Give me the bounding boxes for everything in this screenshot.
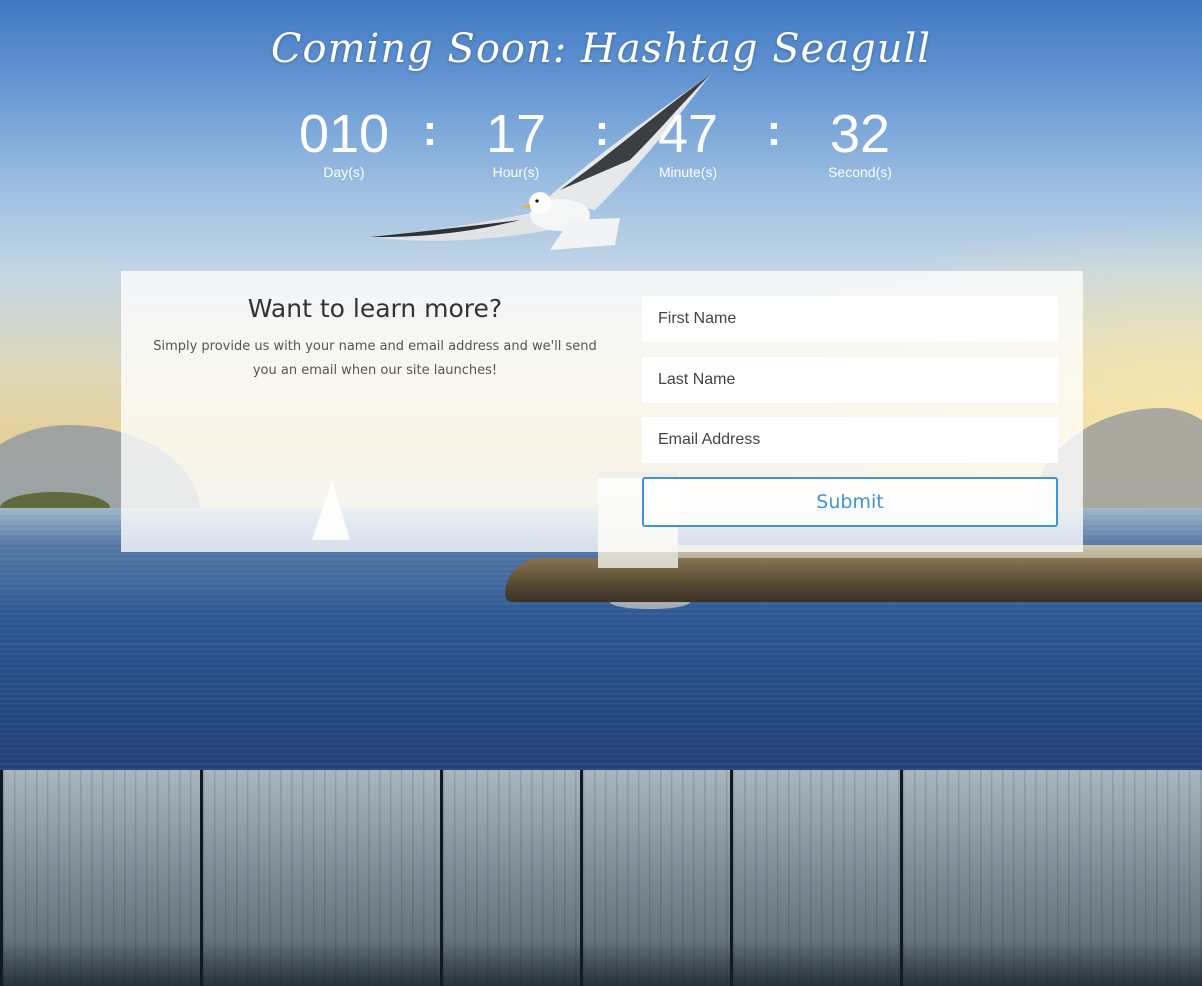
signup-intro: Want to learn more? Simply provide us wi…: [145, 291, 605, 383]
last-name-field[interactable]: [642, 357, 1058, 403]
countdown-hours: 17 Hour(s): [441, 100, 591, 180]
email-field[interactable]: [642, 417, 1058, 463]
countdown-days: 010 Day(s): [269, 100, 419, 180]
seconds-label: Second(s): [828, 164, 892, 180]
days-value: 010: [298, 104, 390, 164]
signup-heading: Want to learn more?: [247, 294, 503, 323]
signup-description: Simply provide us with your name and ema…: [153, 339, 597, 378]
seconds-value: 32: [829, 104, 891, 164]
hours-value: 17: [485, 104, 547, 164]
signup-panel: Want to learn more? Simply provide us wi…: [121, 271, 1083, 552]
hours-label: Hour(s): [492, 164, 540, 180]
submit-button[interactable]: Submit: [642, 477, 1058, 527]
countdown-timer: 010 Day(s) : 17 Hour(s) : 47 Minute(s) :…: [0, 100, 1202, 190]
first-name-field[interactable]: [642, 296, 1058, 342]
minutes-label: Minute(s): [658, 164, 718, 180]
page-title: Coming Soon: Hashtag Seagull: [270, 26, 932, 72]
minutes-value: 47: [657, 104, 719, 164]
days-label: Day(s): [323, 164, 365, 180]
countdown-seconds: 32 Second(s): [785, 100, 935, 180]
countdown-minutes: 47 Minute(s): [613, 100, 763, 180]
deck-shadow: [0, 940, 1202, 986]
